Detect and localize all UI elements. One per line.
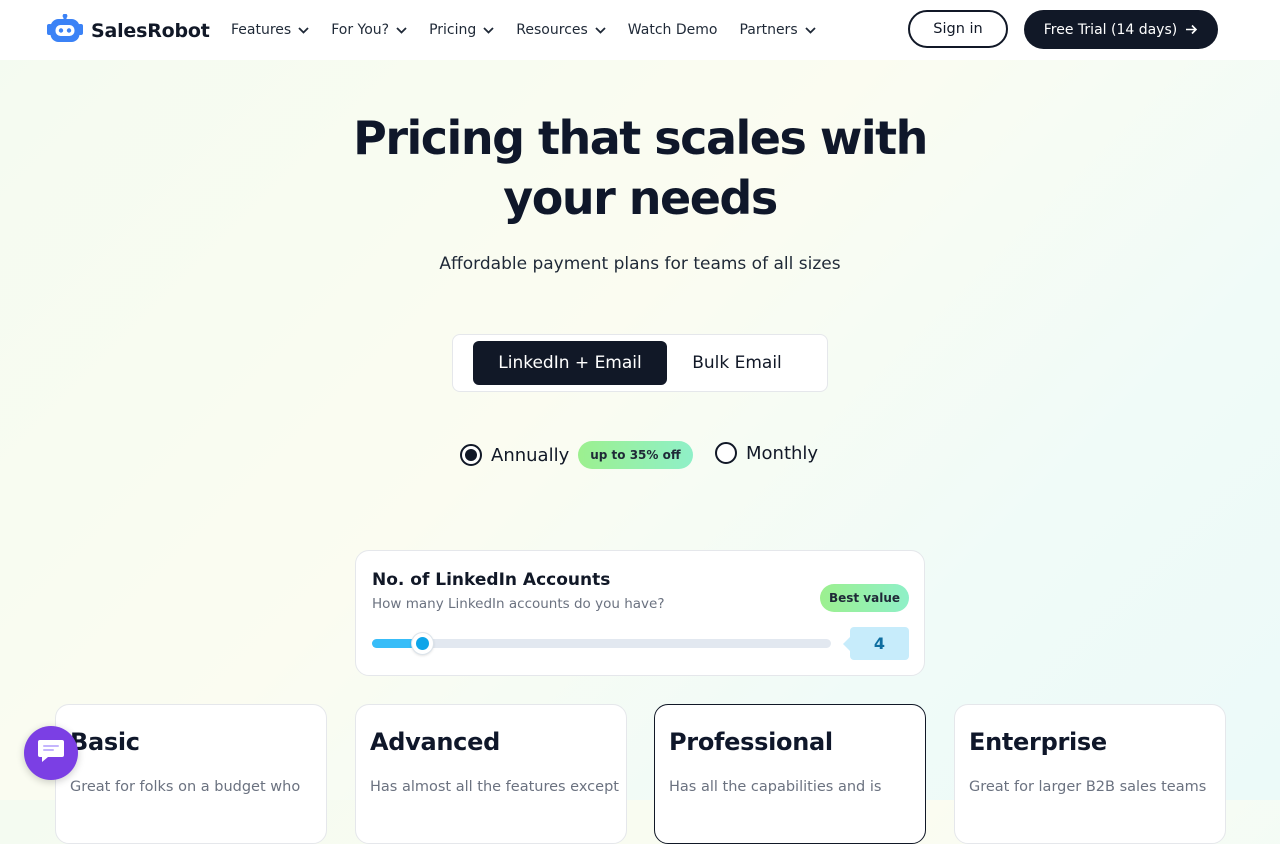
plan-card-basic: Basic Great for folks on a budget who bbox=[55, 704, 327, 844]
page-title-line-2: your needs bbox=[503, 171, 778, 225]
chevron-down-icon bbox=[595, 26, 606, 34]
plan-name: Professional bbox=[669, 728, 833, 756]
value-pointer bbox=[843, 637, 850, 651]
chevron-down-icon bbox=[396, 26, 407, 34]
plan-description: Great for larger B2B sales teams bbox=[969, 779, 1207, 795]
discount-badge: up to 35% off bbox=[578, 441, 693, 469]
radio-unselected[interactable] bbox=[715, 442, 737, 464]
nav-item-label: Watch Demo bbox=[627, 22, 718, 38]
robot-icon bbox=[47, 13, 83, 48]
plan-card-professional: Professional Has all the capabilities an… bbox=[654, 704, 926, 844]
nav-item-label: Partners bbox=[739, 22, 798, 38]
accounts-title: No. of LinkedIn Accounts bbox=[372, 570, 611, 590]
chevron-down-icon bbox=[804, 26, 816, 34]
free-trial-button[interactable]: Free Trial (14 days) bbox=[1024, 10, 1218, 49]
plan-name: Advanced bbox=[370, 728, 500, 756]
billing-annually-option[interactable]: Annually up to 35% off bbox=[460, 438, 693, 472]
plan-name: Enterprise bbox=[969, 728, 1107, 756]
accounts-subtitle: How many LinkedIn accounts do you have? bbox=[372, 596, 665, 612]
plan-description: Has all the capabilities and is bbox=[669, 779, 882, 795]
accounts-count-value[interactable]: 4 bbox=[850, 627, 909, 660]
main-nav: Features For You? Pricing Resources Watc… bbox=[231, 0, 838, 60]
plan-card-advanced: Advanced Has almost all the features exc… bbox=[355, 704, 627, 844]
toggle-bulk-email[interactable]: Bulk Email bbox=[667, 341, 807, 385]
radio-dot bbox=[465, 449, 477, 461]
page-subtitle: Affordable payment plans for teams of al… bbox=[439, 254, 841, 274]
accounts-slider[interactable] bbox=[372, 633, 831, 654]
nav-item-watch-demo[interactable]: Watch Demo bbox=[628, 22, 718, 38]
linkedin-accounts-card: No. of LinkedIn Accounts How many Linked… bbox=[355, 550, 925, 676]
brand-name: SalesRobot bbox=[91, 20, 210, 42]
free-trial-label: Free Trial (14 days) bbox=[1043, 21, 1178, 38]
brand-logo[interactable]: SalesRobot bbox=[47, 13, 210, 48]
chat-widget-button[interactable] bbox=[24, 726, 78, 780]
toggle-linkedin-email[interactable]: LinkedIn + Email bbox=[473, 341, 667, 385]
nav-item-label: Resources bbox=[516, 22, 588, 38]
nav-item-for-you[interactable]: For You? bbox=[331, 22, 407, 38]
nav-item-partners[interactable]: Partners bbox=[739, 22, 816, 38]
best-value-badge: Best value bbox=[820, 584, 909, 612]
nav-item-label: Pricing bbox=[429, 22, 477, 38]
sign-in-button[interactable]: Sign in bbox=[908, 10, 1008, 48]
nav-item-label: For You? bbox=[331, 22, 390, 38]
chevron-down-icon bbox=[483, 26, 494, 34]
plan-name: Basic bbox=[70, 728, 140, 756]
nav-item-label: Features bbox=[231, 22, 292, 38]
site-header: SalesRobot Features For You? Pricing Res… bbox=[0, 0, 1280, 60]
nav-item-pricing[interactable]: Pricing bbox=[429, 22, 494, 38]
billing-monthly-label: Monthly bbox=[746, 442, 819, 464]
chat-bubble-icon bbox=[36, 737, 66, 769]
page-title-line-1: Pricing that scales with bbox=[353, 111, 928, 165]
radio-selected[interactable] bbox=[460, 444, 482, 466]
page-title: Pricing that scales with your needs bbox=[0, 108, 1280, 228]
plan-description: Has almost all the features except bbox=[370, 779, 619, 795]
channel-toggle: LinkedIn + Email Bulk Email bbox=[452, 334, 828, 392]
nav-item-features[interactable]: Features bbox=[231, 22, 309, 38]
billing-monthly-option[interactable]: Monthly bbox=[715, 436, 818, 470]
slider-handle[interactable] bbox=[412, 633, 433, 654]
chevron-down-icon bbox=[298, 26, 309, 34]
plan-description: Great for folks on a budget who bbox=[70, 779, 301, 795]
arrow-right-icon bbox=[1185, 24, 1198, 35]
plan-card-enterprise: Enterprise Great for larger B2B sales te… bbox=[954, 704, 1226, 844]
nav-item-resources[interactable]: Resources bbox=[516, 22, 606, 38]
billing-annually-label: Annually bbox=[491, 444, 570, 466]
